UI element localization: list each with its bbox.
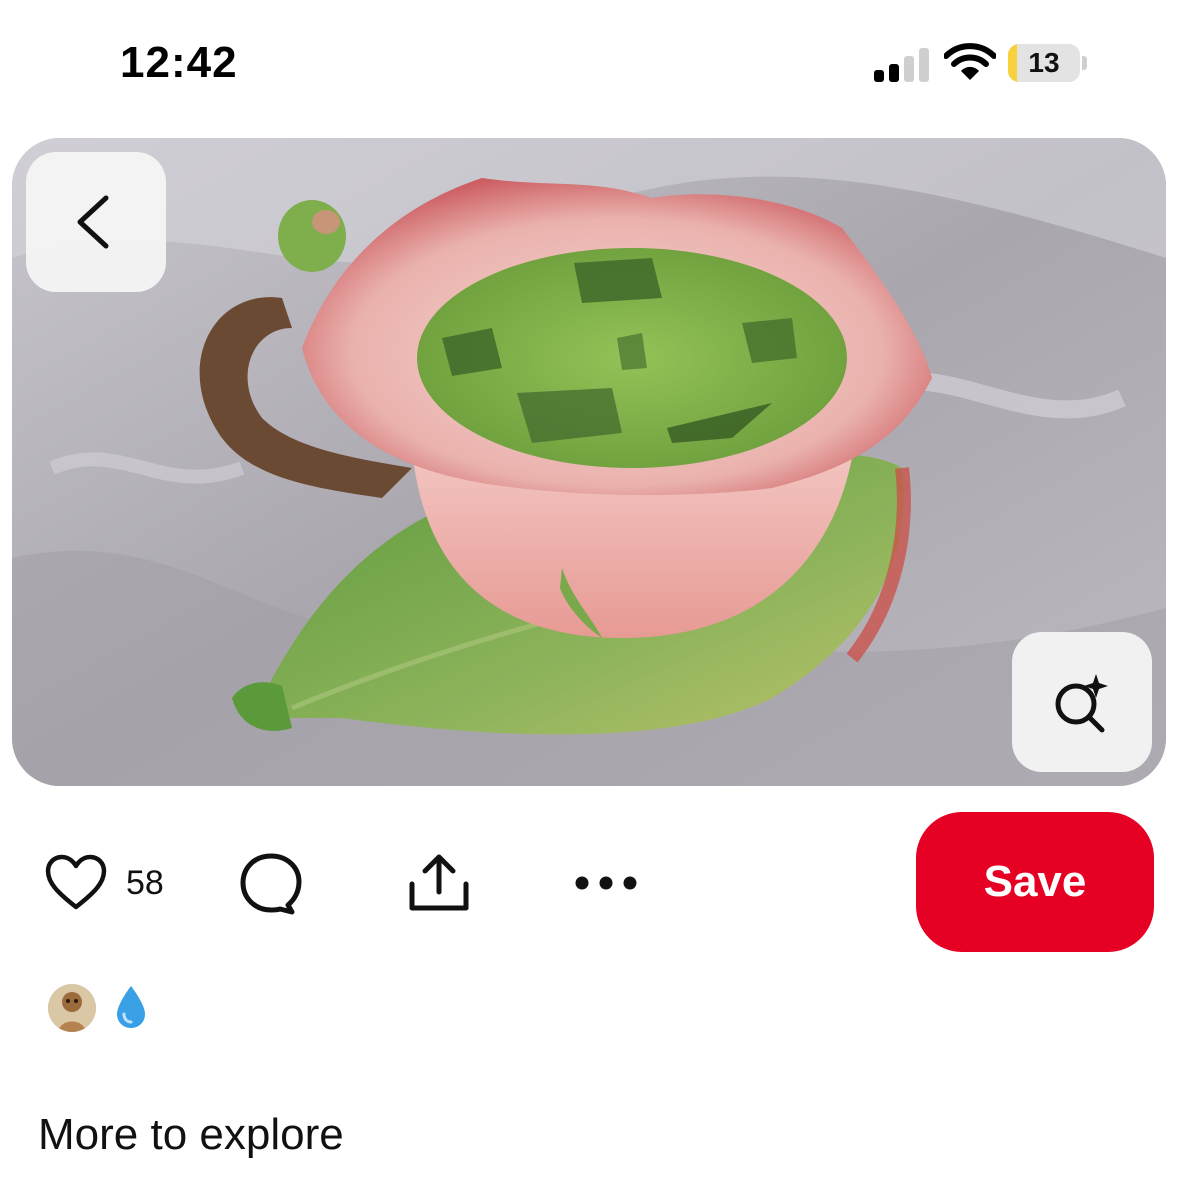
water-drop-icon <box>114 984 148 1030</box>
chevron-left-icon <box>77 195 109 249</box>
creator-avatar[interactable] <box>48 984 96 1032</box>
share-upload-icon <box>409 854 469 911</box>
comment-bubble-icon <box>240 853 302 915</box>
save-button[interactable]: Save <box>916 812 1154 952</box>
wifi-icon <box>943 42 997 82</box>
battery-percent: 13 <box>1028 47 1060 78</box>
sparkle-search-icon <box>1055 674 1108 733</box>
share-button[interactable] <box>404 848 474 918</box>
status-time: 12:42 <box>120 38 238 87</box>
cellular-signal-icon <box>874 46 932 82</box>
more-options-button[interactable] <box>570 848 642 918</box>
heart-icon <box>45 854 107 910</box>
like-count: 58 <box>126 863 164 902</box>
pin-image[interactable] <box>12 138 1166 786</box>
back-button[interactable] <box>26 152 166 292</box>
more-dots-icon <box>575 876 637 890</box>
status-bar: 12:42 13 <box>0 0 1178 130</box>
battery-cap <box>1082 56 1087 70</box>
like-button[interactable]: 58 <box>44 848 164 918</box>
more-to-explore-heading: More to explore <box>38 1110 344 1159</box>
battery-indicator: 13 <box>1008 44 1080 82</box>
visual-search-button[interactable] <box>1012 632 1152 772</box>
comment-button[interactable] <box>238 848 304 918</box>
